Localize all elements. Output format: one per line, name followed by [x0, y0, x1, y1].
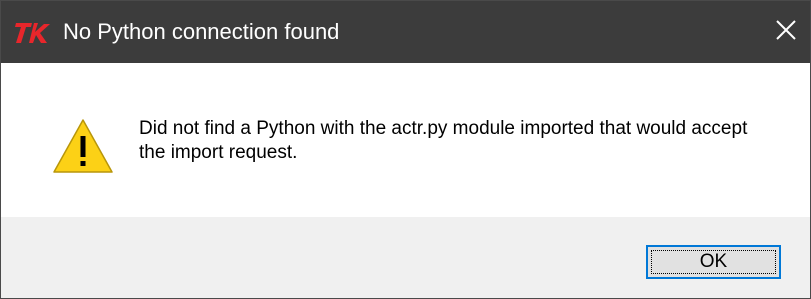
title-bar[interactable]: No Python connection found: [1, 1, 810, 63]
ok-button-label: OK: [699, 251, 728, 272]
close-icon: [775, 19, 797, 46]
dialog-content: Did not find a Python with the actr.py m…: [1, 63, 810, 217]
dialog-window: No Python connection found Did not find …: [0, 0, 811, 299]
dialog-message: Did not find a Python with the actr.py m…: [139, 118, 748, 163]
close-button[interactable]: [761, 1, 810, 63]
window-title: No Python connection found: [63, 19, 340, 44]
warning-icon: [52, 118, 114, 174]
ok-button[interactable]: OK: [646, 245, 781, 279]
tk-feather-icon: [14, 21, 54, 45]
button-bar: OK: [1, 217, 810, 298]
